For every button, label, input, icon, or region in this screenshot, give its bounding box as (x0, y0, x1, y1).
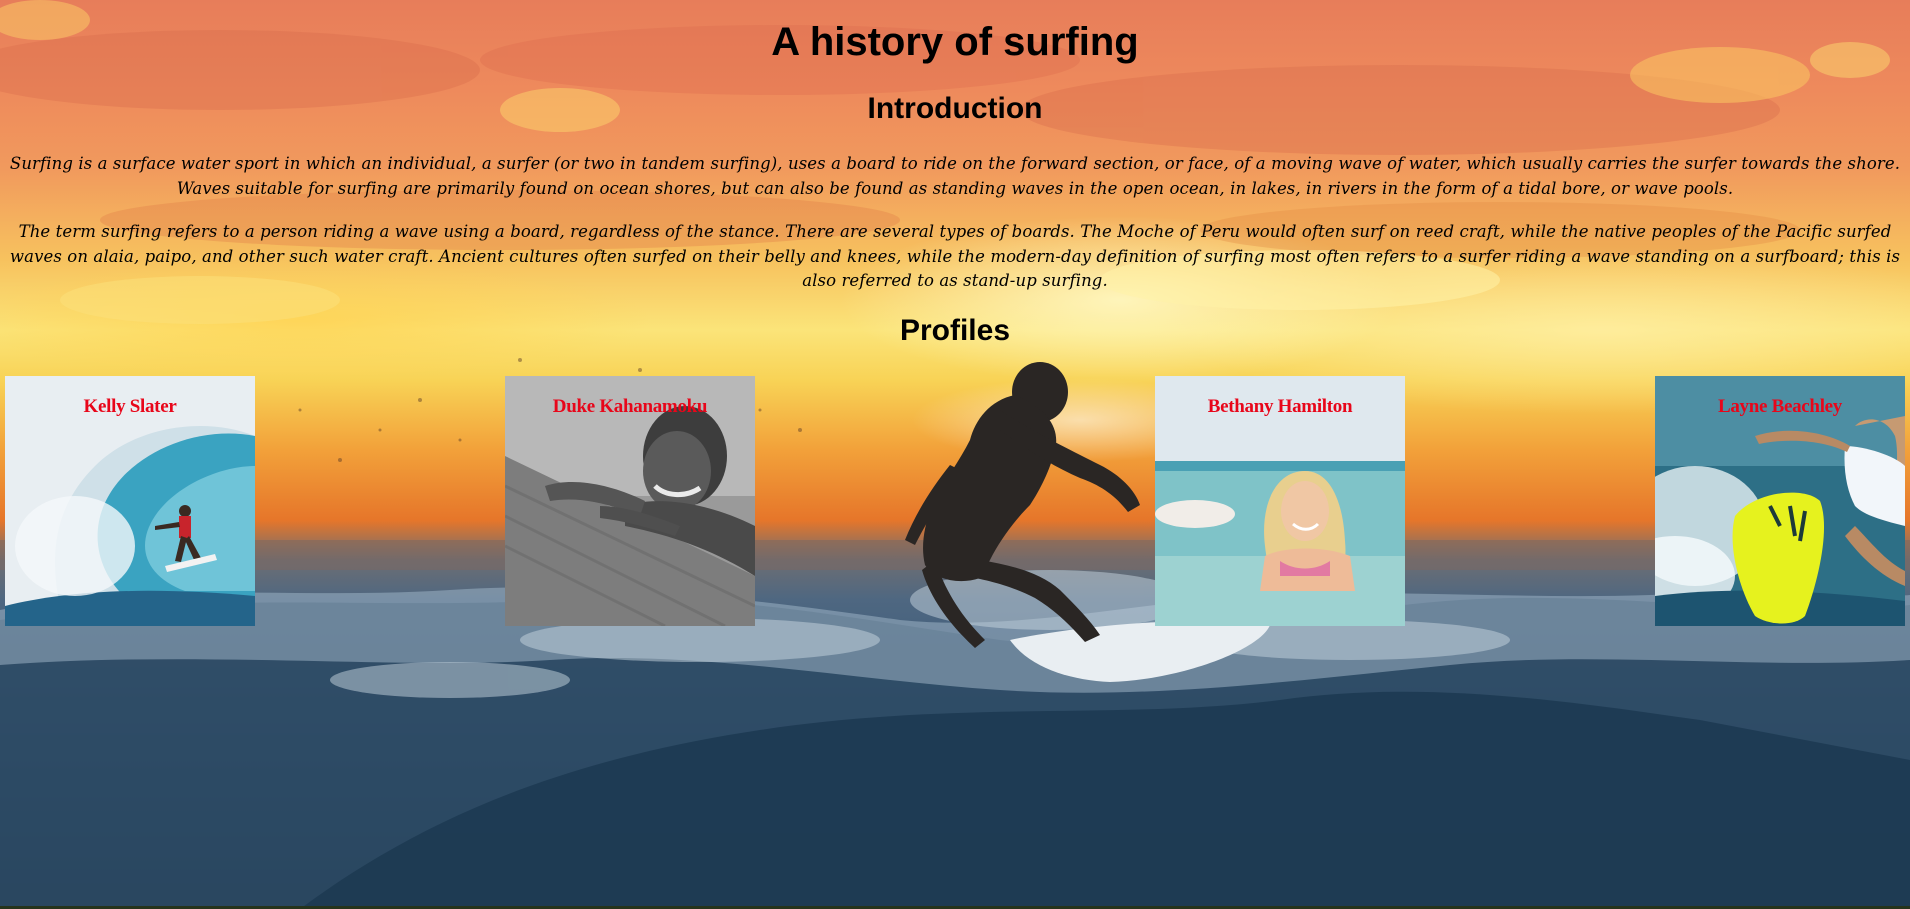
profile-card-bethany-hamilton[interactable]: Bethany Hamilton (1155, 376, 1405, 626)
profile-name[interactable]: Bethany Hamilton (1155, 396, 1405, 418)
profiles-heading: Profiles (899, 314, 1011, 347)
introduction-paragraph-1: Surfing is a surface water sport in whic… (9, 154, 1901, 198)
profile-card-layne-beachley[interactable]: Layne Beachley (1655, 376, 1905, 626)
introduction-heading: Introduction (867, 92, 1043, 125)
profile-name[interactable]: Duke Kahanamoku (505, 396, 755, 418)
introduction-paragraph-2: The term surfing refers to a person ridi… (9, 222, 1901, 290)
profile-name[interactable]: Kelly Slater (5, 396, 255, 418)
background-photo (0, 0, 1910, 909)
profile-name[interactable]: Layne Beachley (1655, 396, 1905, 418)
profile-card-kelly-slater[interactable]: Kelly Slater (5, 376, 255, 626)
profile-card-duke-kahanamoku[interactable]: Duke Kahanamoku (505, 376, 755, 626)
page-title: A history of surfing (771, 20, 1139, 64)
